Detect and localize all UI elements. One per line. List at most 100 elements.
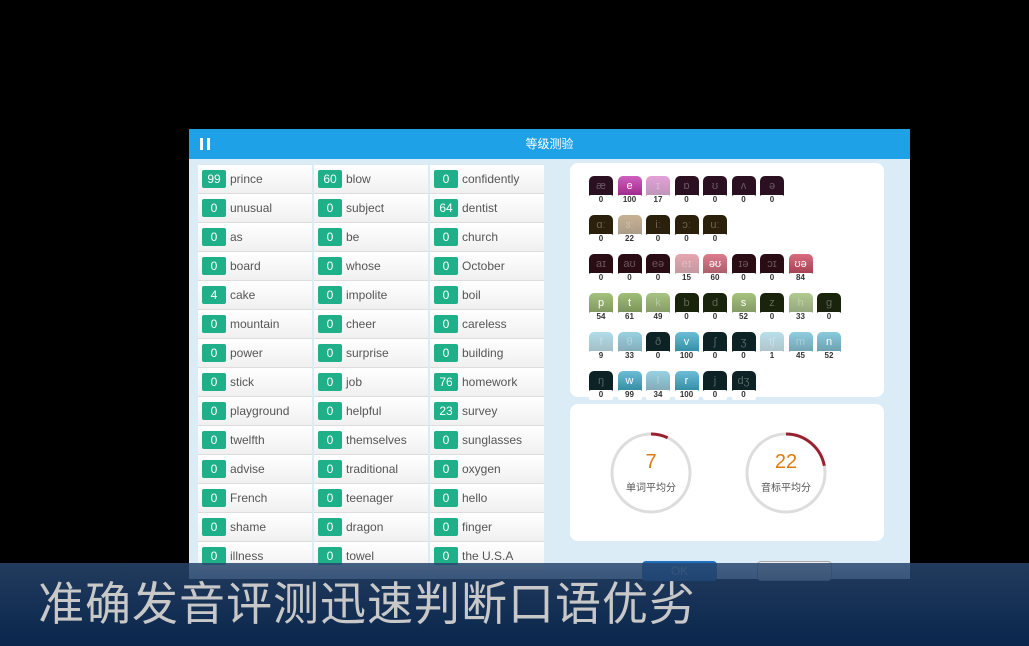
- score-card: 7 单词平均分 22 音标平均分: [570, 404, 884, 541]
- word-row[interactable]: 0 finger: [430, 513, 544, 542]
- phoneme-tile[interactable]: p 54: [589, 293, 613, 332]
- phoneme-tile[interactable]: b0: [674, 293, 699, 332]
- phoneme-tile[interactable]: ʃ0: [703, 332, 727, 371]
- word-row[interactable]: 64 dentist: [430, 194, 544, 223]
- phoneme-tile[interactable]: eə 0: [646, 254, 670, 293]
- phoneme-score: 15: [674, 273, 699, 283]
- phoneme-tile[interactable]: ɪ 17: [646, 176, 670, 215]
- phoneme-tile[interactable]: ʒ0: [731, 332, 756, 371]
- word-text: board: [230, 259, 261, 273]
- phoneme-tile[interactable]: ɪə 0: [731, 254, 756, 293]
- word-row[interactable]: 0 impolite: [314, 281, 428, 310]
- word-text: helpful: [346, 404, 382, 418]
- word-row[interactable]: 0 French: [198, 484, 312, 513]
- word-score: 76: [434, 373, 458, 391]
- phoneme-tile[interactable]: ʊ0: [703, 176, 727, 215]
- word-row[interactable]: 4 cake: [198, 281, 312, 310]
- phoneme-score: 0: [731, 351, 756, 361]
- word-row[interactable]: 0 dragon: [314, 513, 428, 542]
- phoneme-tile[interactable]: v 100: [674, 332, 699, 371]
- phoneme-tile[interactable]: ə0: [760, 176, 784, 215]
- word-row[interactable]: 0 stick: [198, 368, 312, 397]
- phoneme-tile[interactable]: n 52: [817, 332, 841, 371]
- word-score: 0: [318, 402, 342, 420]
- phoneme-tile[interactable]: f9: [589, 332, 613, 371]
- phoneme-tile[interactable]: θ 33: [617, 332, 642, 371]
- word-row[interactable]: 0 cheer: [314, 310, 428, 339]
- phoneme-tile[interactable]: əʊ 60: [703, 254, 727, 293]
- word-row[interactable]: 0 building: [430, 339, 544, 368]
- phoneme-tile[interactable]: ɔɪ 0: [760, 254, 784, 293]
- word-row[interactable]: 0 oxygen: [430, 455, 544, 484]
- word-score: 0: [202, 257, 226, 275]
- word-text: twelfth: [230, 433, 265, 447]
- word-row[interactable]: 0 unusual: [198, 194, 312, 223]
- word-row[interactable]: 0 October: [430, 252, 544, 281]
- phoneme-tile[interactable]: g0: [817, 293, 841, 332]
- word-row[interactable]: 60 blow: [314, 165, 428, 194]
- phoneme-tile[interactable]: t 61: [617, 293, 642, 332]
- word-row[interactable]: 23 survey: [430, 397, 544, 426]
- phoneme-tile[interactable]: ɒ0: [674, 176, 699, 215]
- phoneme-tile[interactable]: ʊə 84: [788, 254, 813, 293]
- phoneme-score: 0: [646, 351, 670, 361]
- word-row[interactable]: 0 subject: [314, 194, 428, 223]
- word-score: 0: [202, 489, 226, 507]
- phoneme-tile[interactable]: e 100: [617, 176, 642, 215]
- phoneme-score: 0: [703, 234, 727, 244]
- header: 等级测验: [189, 129, 910, 159]
- word-row[interactable]: 0 be: [314, 223, 428, 252]
- word-row[interactable]: 0 boil: [430, 281, 544, 310]
- word-row[interactable]: 0 hello: [430, 484, 544, 513]
- word-row[interactable]: 76 homework: [430, 368, 544, 397]
- pause-icon[interactable]: [200, 138, 210, 150]
- word-row[interactable]: 0 church: [430, 223, 544, 252]
- word-row[interactable]: 0 board: [198, 252, 312, 281]
- word-text: be: [346, 230, 360, 244]
- phoneme-tile[interactable]: uː 0: [703, 215, 727, 254]
- phoneme-score: 0: [760, 195, 784, 205]
- word-row[interactable]: 0 careless: [430, 310, 544, 339]
- phoneme-tile[interactable]: m 45: [788, 332, 813, 371]
- word-row[interactable]: 0 advise: [198, 455, 312, 484]
- word-row[interactable]: 0 confidently: [430, 165, 544, 194]
- word-row[interactable]: 0 whose: [314, 252, 428, 281]
- phoneme-tile[interactable]: æ0: [589, 176, 613, 215]
- word-row[interactable]: 0 helpful: [314, 397, 428, 426]
- word-row[interactable]: 0 traditional: [314, 455, 428, 484]
- phoneme-tile[interactable]: d0: [703, 293, 727, 332]
- phoneme-tile[interactable]: ɑː 0: [589, 215, 613, 254]
- phoneme-tile[interactable]: iː 0: [646, 215, 670, 254]
- word-row[interactable]: 99 prince: [198, 165, 312, 194]
- word-score: 0: [318, 344, 342, 362]
- word-row[interactable]: 0 surprise: [314, 339, 428, 368]
- word-row[interactable]: 0 teenager: [314, 484, 428, 513]
- phoneme-tile[interactable]: s 52: [731, 293, 756, 332]
- phoneme-tile[interactable]: aɪ 0: [589, 254, 613, 293]
- word-row[interactable]: 0 playground: [198, 397, 312, 426]
- word-row[interactable]: 0 mountain: [198, 310, 312, 339]
- word-row[interactable]: 0 power: [198, 339, 312, 368]
- word-row[interactable]: 0 twelfth: [198, 426, 312, 455]
- phoneme-score: 0: [617, 273, 642, 283]
- phoneme-tile[interactable]: h 33: [788, 293, 813, 332]
- phoneme-score: 0: [731, 390, 756, 400]
- word-row[interactable]: 0 themselves: [314, 426, 428, 455]
- phoneme-tile[interactable]: ʌ0: [731, 176, 756, 215]
- phoneme-tile[interactable]: ɔː 0: [674, 215, 699, 254]
- phoneme-tile[interactable]: aʊ 0: [617, 254, 642, 293]
- phoneme-score: 1: [760, 351, 784, 361]
- phoneme-tile[interactable]: ð0: [646, 332, 670, 371]
- word-average-value: 7: [645, 451, 657, 473]
- word-row[interactable]: 0 job: [314, 368, 428, 397]
- word-row[interactable]: 0 sunglasses: [430, 426, 544, 455]
- word-score: 0: [202, 518, 226, 536]
- phoneme-tile[interactable]: z0: [760, 293, 784, 332]
- phoneme-score: 0: [589, 234, 613, 244]
- word-row[interactable]: 0 shame: [198, 513, 312, 542]
- phoneme-tile[interactable]: tʃ 1: [760, 332, 784, 371]
- phoneme-tile[interactable]: ɜː 22: [617, 215, 642, 254]
- phoneme-tile[interactable]: eɪ 15: [674, 254, 699, 293]
- word-row[interactable]: 0 as: [198, 223, 312, 252]
- phoneme-tile[interactable]: k 49: [646, 293, 670, 332]
